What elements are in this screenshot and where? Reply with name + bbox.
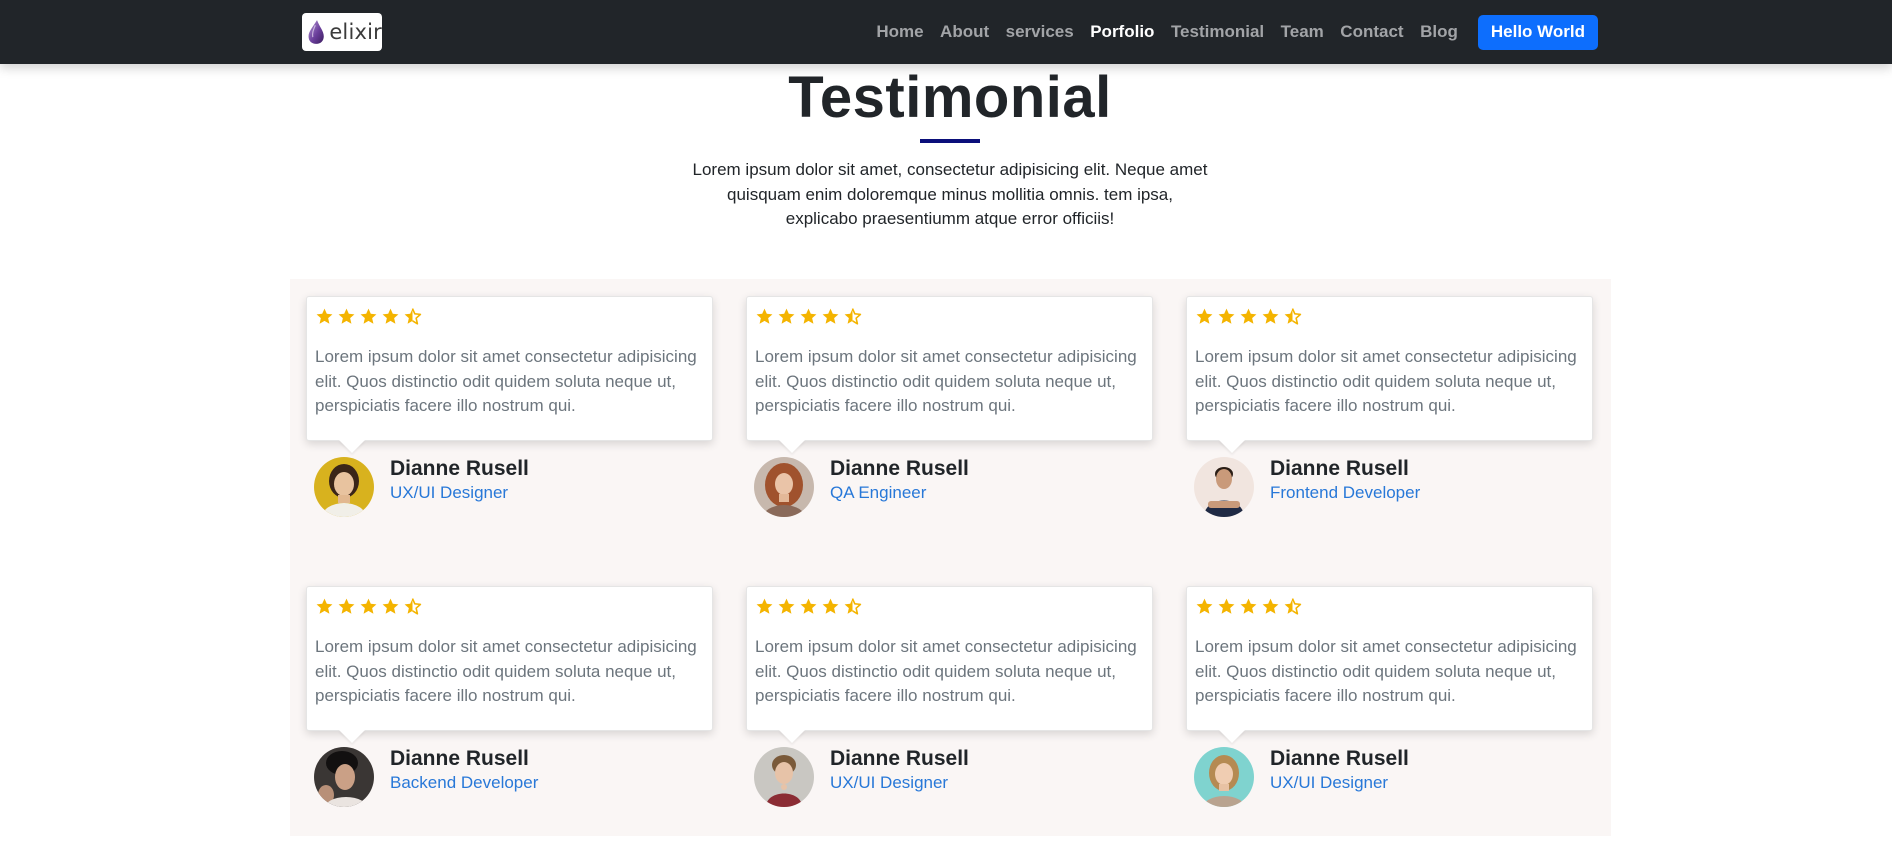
testimonial-card: Lorem ipsum dolor sit amet consectetur a… [746, 296, 1153, 441]
star-icon [338, 308, 355, 324]
star-rating [315, 596, 704, 616]
author-name: Dianne Rusell [390, 457, 529, 480]
hello-world-button[interactable]: Hello World [1477, 14, 1598, 50]
author-name: Dianne Rusell [1270, 457, 1409, 480]
navbar: elixir Home About services Porfolio Test… [0, 0, 1892, 64]
star-icon [1262, 308, 1279, 324]
star-icon [800, 598, 817, 614]
star-icon [1262, 598, 1279, 614]
title-underline [920, 139, 980, 143]
star-icon [756, 308, 773, 324]
brand-name: elixir [329, 19, 382, 44]
nav-contact[interactable]: Contact [1340, 22, 1403, 42]
nav-about[interactable]: About [940, 22, 989, 42]
review-text: Lorem ipsum dolor sit amet consectetur a… [755, 637, 1137, 705]
nav-blog[interactable]: Blog [1420, 22, 1458, 42]
star-rating [755, 306, 1144, 326]
testimonial-card: Lorem ipsum dolor sit amet consectetur a… [1186, 296, 1593, 441]
star-icon [1218, 598, 1235, 614]
star-icon [1196, 598, 1213, 614]
review-text: Lorem ipsum dolor sit amet consectetur a… [1195, 347, 1577, 415]
star-half-icon [1284, 307, 1302, 325]
author-name: Dianne Rusell [1270, 747, 1409, 770]
nav-links: Home About services Porfolio Testimonial… [860, 0, 1598, 64]
avatar-icon [754, 457, 814, 517]
author-role: UX/UI Designer [390, 483, 509, 502]
review-text: Lorem ipsum dolor sit amet consectetur a… [1195, 637, 1577, 705]
testimonial-author: Dianne Rusell Frontend Developer [1194, 457, 1420, 517]
author-role: QA Engineer [830, 483, 927, 502]
star-rating [315, 306, 704, 326]
author-name: Dianne Rusell [830, 747, 969, 770]
section-description: Lorem ipsum dolor sit amet, consectetur … [692, 160, 1208, 228]
avatar-icon [314, 747, 374, 807]
star-icon [360, 308, 377, 324]
star-icon [1240, 598, 1257, 614]
nav-home[interactable]: Home [876, 22, 923, 42]
author-role: Backend Developer [390, 773, 539, 792]
nav-portfolio[interactable]: Porfolio [1090, 22, 1154, 42]
testimonial-author: Dianne Rusell Backend Developer [314, 747, 538, 807]
review-text: Lorem ipsum dolor sit amet consectetur a… [315, 347, 697, 415]
star-icon [800, 308, 817, 324]
star-rating [1195, 596, 1584, 616]
nav-testimonial[interactable]: Testimonial [1171, 22, 1264, 42]
avatar-icon [1194, 747, 1254, 807]
author-role: Frontend Developer [1270, 483, 1421, 502]
star-icon [756, 598, 773, 614]
nav-team[interactable]: Team [1281, 22, 1324, 42]
review-text: Lorem ipsum dolor sit amet consectetur a… [755, 347, 1137, 415]
avatar-icon [754, 747, 814, 807]
author-name: Dianne Rusell [830, 457, 969, 480]
star-rating [755, 596, 1144, 616]
testimonial-author: Dianne Rusell UX/UI Designer [754, 747, 969, 807]
star-icon [382, 308, 399, 324]
elixir-drop-logo-icon [308, 20, 324, 44]
testimonial-card: Lorem ipsum dolor sit amet consectetur a… [306, 296, 713, 441]
brand-logo[interactable]: elixir [302, 13, 382, 51]
testimonial-author: Dianne Rusell UX/UI Designer [314, 457, 529, 517]
section-title: Testimonial [788, 65, 1112, 130]
avatar-icon [314, 457, 374, 517]
author-name: Dianne Rusell [390, 747, 529, 770]
star-rating [1195, 306, 1584, 326]
author-role: UX/UI Designer [1270, 773, 1389, 792]
star-half-icon [404, 597, 422, 615]
testimonial-card: Lorem ipsum dolor sit amet consectetur a… [1186, 586, 1593, 731]
star-icon [1218, 308, 1235, 324]
star-icon [778, 598, 795, 614]
star-half-icon [1284, 597, 1302, 615]
star-icon [316, 308, 333, 324]
star-icon [1240, 308, 1257, 324]
star-icon [338, 598, 355, 614]
testimonial-card: Lorem ipsum dolor sit amet consectetur a… [746, 586, 1153, 731]
star-icon [360, 598, 377, 614]
review-text: Lorem ipsum dolor sit amet consectetur a… [315, 637, 697, 705]
testimonial-author: Dianne Rusell QA Engineer [754, 457, 969, 517]
star-icon [382, 598, 399, 614]
star-half-icon [844, 597, 862, 615]
star-icon [316, 598, 333, 614]
author-role: UX/UI Designer [830, 773, 949, 792]
star-icon [822, 598, 839, 614]
star-half-icon [844, 307, 862, 325]
star-icon [778, 308, 795, 324]
star-half-icon [404, 307, 422, 325]
star-icon [1196, 308, 1213, 324]
testimonial-card: Lorem ipsum dolor sit amet consectetur a… [306, 586, 713, 731]
nav-services[interactable]: services [1006, 22, 1074, 42]
avatar-icon [1194, 457, 1254, 517]
testimonial-author: Dianne Rusell UX/UI Designer [1194, 747, 1409, 807]
star-icon [822, 308, 839, 324]
